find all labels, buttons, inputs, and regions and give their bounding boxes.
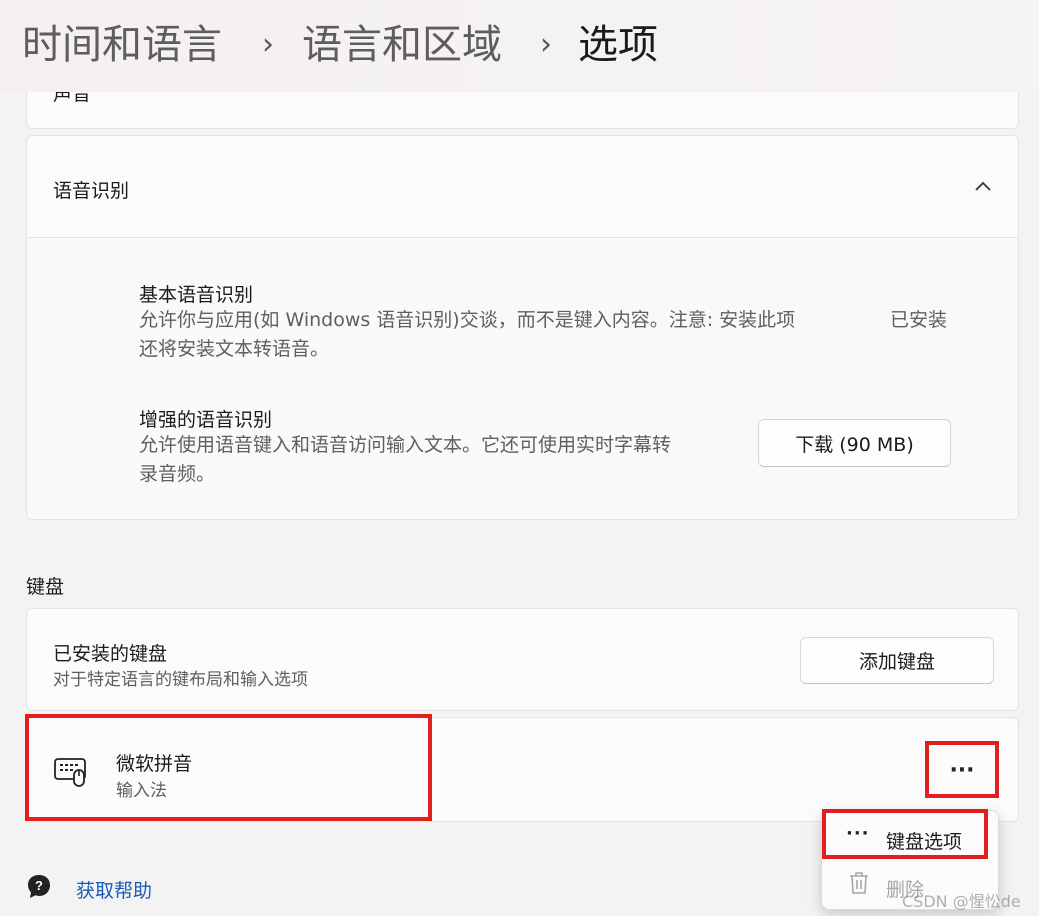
keyboard-item-card: 微软拼音 输入法 ··· [26, 717, 1019, 822]
basic-speech-desc-line2: 还将安装文本转语音。 [139, 338, 330, 360]
menu-item-keyboard-options-label: 键盘选项 [886, 831, 963, 853]
chevron-right-icon: › [262, 27, 274, 62]
enhanced-speech-desc-line2: 录音频。 [139, 463, 216, 485]
more-icon: ··· [846, 823, 870, 844]
get-help-link[interactable]: 获取帮助 [76, 876, 152, 903]
speech-recognition-body: 基本语音识别 允许你与应用(如 Windows 语音识别)交谈，而不是键入内容。… [27, 239, 1018, 519]
breadcrumb-item-language-region[interactable]: 语言和区域 [302, 18, 502, 72]
more-options-button[interactable]: ··· [932, 748, 992, 792]
speech-recognition-title: 语音识别 [53, 180, 130, 202]
basic-speech-title: 基本语音识别 [139, 284, 254, 306]
chevron-up-icon[interactable] [974, 180, 992, 192]
speech-recognition-header[interactable]: 语音识别 [27, 136, 1018, 238]
page-title: 选项 [578, 22, 658, 68]
download-button[interactable]: 下载 (90 MB) [758, 419, 951, 467]
speech-recognition-card: 语音识别 基本语音识别 允许你与应用(如 Windows 语音识别)交谈，而不是… [26, 135, 1019, 520]
enhanced-speech-desc-line1: 允许使用语音键入和语音访问输入文本。它还可使用实时字幕转 [139, 434, 672, 456]
voice-card-label: 声音 [53, 92, 92, 105]
installed-keyboards-title: 已安装的键盘 [53, 643, 168, 665]
svg-text:?: ? [35, 878, 43, 893]
keyboard-section-label: 键盘 [26, 576, 65, 598]
chevron-right-icon: › [540, 27, 552, 62]
keyboard-icon [54, 758, 86, 787]
basic-speech-status: 已安装 [890, 309, 948, 331]
installed-keyboards-card: 已安装的键盘 对于特定语言的键布局和输入选项 添加键盘 [26, 608, 1019, 711]
trash-icon [850, 872, 868, 894]
help-icon: ? [28, 875, 50, 898]
basic-speech-desc-line1: 允许你与应用(如 Windows 语音识别)交谈，而不是键入内容。注意: 安装此… [139, 309, 796, 331]
enhanced-speech-title: 增强的语音识别 [139, 409, 273, 431]
watermark: CSDN @惺忪de [902, 892, 1021, 911]
voice-card: 声音 [26, 92, 1019, 129]
add-keyboard-button[interactable]: 添加键盘 [800, 637, 994, 684]
installed-keyboards-desc: 对于特定语言的键布局和输入选项 [53, 670, 308, 690]
header-overlay: 时间和语言 › 语言和区域 › 选项 [0, 0, 1039, 92]
keyboard-item-name: 微软拼音 [116, 753, 193, 775]
breadcrumb-item-time-language[interactable]: 时间和语言 [22, 18, 222, 72]
keyboard-item-type: 输入法 [116, 781, 167, 801]
menu-item-keyboard-options[interactable]: ··· 键盘选项 [828, 817, 992, 857]
